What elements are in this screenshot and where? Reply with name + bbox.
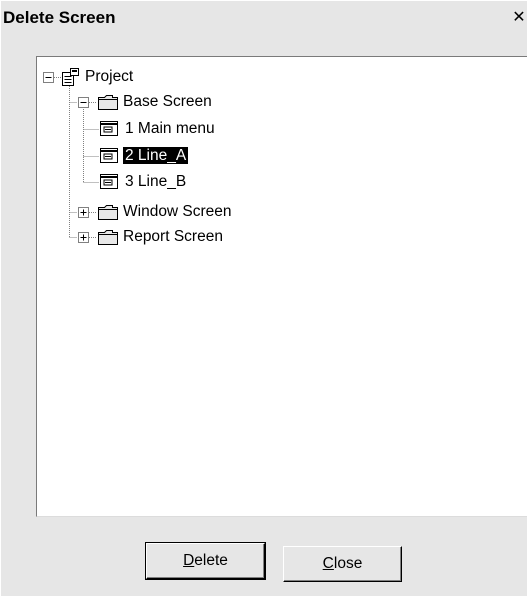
project-icon bbox=[62, 68, 79, 86]
expand-icon[interactable] bbox=[78, 232, 89, 243]
screen-icon bbox=[100, 121, 118, 136]
title-bar: Delete Screen ✕ bbox=[1, 1, 527, 35]
tree-node-screen-selected[interactable]: 2 Line_A bbox=[123, 146, 189, 166]
dialog-title: Delete Screen bbox=[3, 8, 116, 27]
collapse-icon[interactable] bbox=[43, 72, 54, 83]
tree-node-window-screen[interactable]: Window Screen bbox=[121, 202, 234, 222]
expand-icon[interactable] bbox=[78, 207, 89, 218]
tree-node-report-screen[interactable]: Report Screen bbox=[121, 227, 225, 247]
tree-node-screen[interactable]: 1 Main menu bbox=[123, 119, 217, 139]
screen-icon bbox=[100, 174, 118, 189]
folder-icon bbox=[98, 230, 118, 245]
delete-button[interactable]: Delete bbox=[145, 542, 266, 580]
screen-tree[interactable]: Project Base Screen 1 Main menu 2 Line_A… bbox=[36, 56, 527, 517]
collapse-icon[interactable] bbox=[78, 97, 89, 108]
folder-icon bbox=[98, 205, 118, 220]
close-icon[interactable]: ✕ bbox=[510, 7, 527, 27]
tree-node-screen[interactable]: 3 Line_B bbox=[123, 172, 188, 192]
screen-icon bbox=[100, 148, 118, 163]
close-button[interactable]: Close bbox=[283, 546, 402, 582]
tree-node-base-screen[interactable]: Base Screen bbox=[121, 92, 214, 112]
folder-icon bbox=[98, 95, 118, 110]
delete-screen-dialog: Delete Screen ✕ Project Base Screen 1 Ma… bbox=[0, 0, 527, 596]
tree-node-project[interactable]: Project bbox=[83, 67, 135, 87]
